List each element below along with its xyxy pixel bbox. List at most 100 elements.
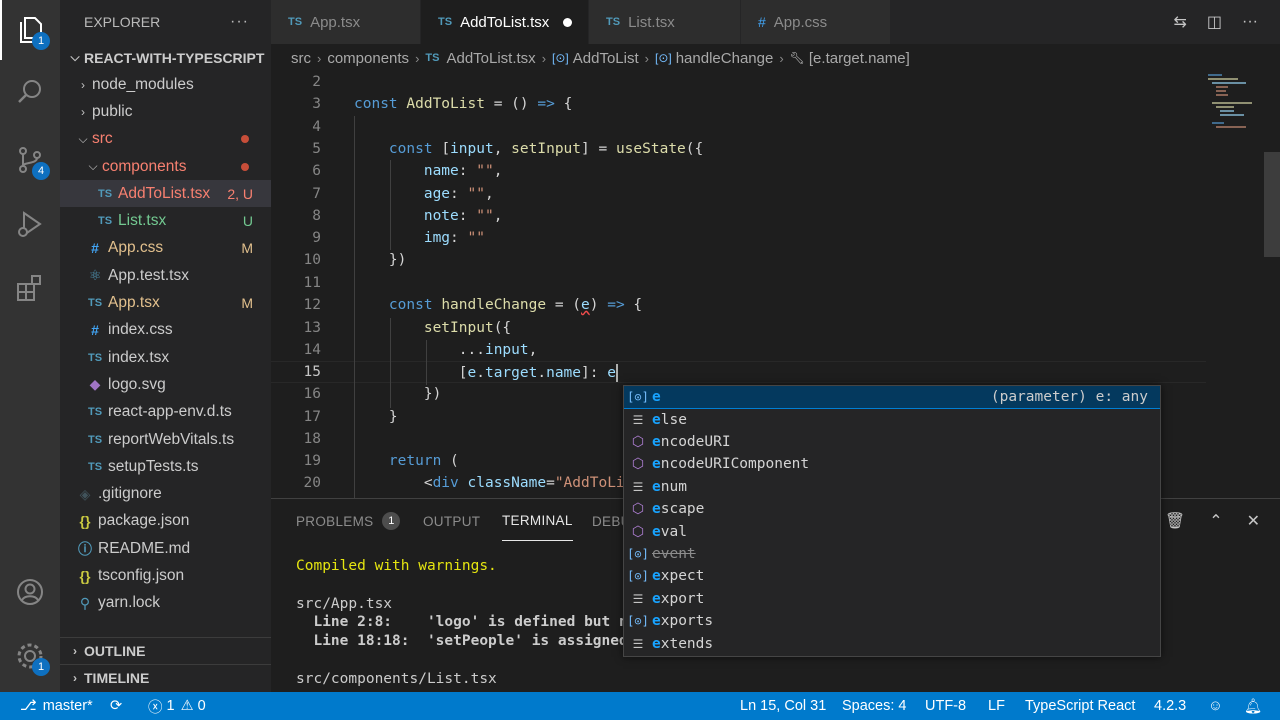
chevron-right-icon: › xyxy=(81,104,85,119)
cursor-position[interactable]: Ln 15, Col 31 xyxy=(740,692,826,720)
line-number: 6 xyxy=(312,163,321,179)
suggestion-item[interactable]: [⊙] event xyxy=(624,543,1160,565)
file-yarn-lock[interactable]: ⚲ yarn.lock xyxy=(60,590,271,617)
line-number: 20 xyxy=(303,475,321,491)
tab-list-tsx[interactable]: TS List.tsx xyxy=(589,0,741,44)
suggestion-item[interactable]: ☰ export xyxy=(624,588,1160,610)
search-icon[interactable] xyxy=(0,62,60,122)
breadcrumb-item[interactable]: [e.target.name] xyxy=(809,50,910,67)
project-name: REACT-WITH-TYPESCRIPT xyxy=(84,49,265,66)
keyword-icon: ☰ xyxy=(632,479,644,494)
error-count: 1 xyxy=(166,698,175,714)
suggestion-item[interactable]: ☰ else xyxy=(624,408,1160,430)
folder-components[interactable]: ⌵ components xyxy=(60,153,271,180)
problems-indicator[interactable]: ⓧ 1 ⚠ 0 xyxy=(148,692,206,720)
file-readme[interactable]: ⓘ README.md xyxy=(60,535,271,562)
explorer-icon[interactable]: 1 xyxy=(0,0,60,60)
suggestion-item[interactable]: ☰ enum xyxy=(624,476,1160,498)
file-index-tsx[interactable]: TS index.tsx xyxy=(60,344,271,371)
file-gitignore[interactable]: ◈ .gitignore xyxy=(60,480,271,507)
split-editor-icon[interactable]: ◫ xyxy=(1207,12,1222,32)
file-tsconfig[interactable]: {} tsconfig.json xyxy=(60,562,271,589)
suggestion-item[interactable]: [⊙] e (parameter) e: any xyxy=(624,386,1160,410)
extensions-icon[interactable] xyxy=(0,258,60,318)
tab-app-css[interactable]: # App.css xyxy=(741,0,891,44)
typescript-icon: TS xyxy=(288,16,303,28)
encoding[interactable]: UTF-8 xyxy=(925,692,966,720)
suggestion-label: enum xyxy=(652,478,687,495)
file-app-tsx[interactable]: TS App.tsx M xyxy=(60,289,271,316)
settings-gear-icon[interactable]: 1 xyxy=(0,626,60,686)
suggestion-item[interactable]: ⬡ encodeURIComponent xyxy=(624,453,1160,475)
file-type-icon: ⓘ xyxy=(78,540,92,557)
timeline-section[interactable]: › TIMELINE xyxy=(60,664,271,691)
ts-version[interactable]: 4.2.3 xyxy=(1154,692,1186,720)
line-number: 15 xyxy=(303,364,321,380)
suggestion-item[interactable]: ⬡ escape xyxy=(624,498,1160,520)
tab-output[interactable]: OUTPUT xyxy=(423,499,480,543)
tab-app-tsx[interactable]: TS App.tsx xyxy=(271,0,421,44)
outline-section[interactable]: › OUTLINE xyxy=(60,637,271,664)
end-of-line[interactable]: LF xyxy=(988,692,1005,720)
typescript-icon: TS xyxy=(606,16,621,28)
file-report-web-vitals[interactable]: TS reportWebVitals.ts xyxy=(60,426,271,453)
breadcrumb-item[interactable]: components xyxy=(327,50,409,67)
unsaved-dot-icon[interactable] xyxy=(563,17,572,27)
compare-changes-icon[interactable]: ⇆ xyxy=(1173,12,1186,32)
run-debug-icon[interactable] xyxy=(0,194,60,254)
terminal-line: Line 2:8: 'logo' is defined but n xyxy=(296,614,628,630)
code-line: name: "", xyxy=(423,163,503,179)
source-control-icon[interactable]: 4 xyxy=(0,130,60,190)
tab-terminal[interactable]: TERMINAL xyxy=(502,501,573,541)
breadcrumb-item[interactable]: AddToList.tsx xyxy=(446,50,535,67)
more-actions-icon[interactable]: ··· xyxy=(230,13,249,31)
file-index-css[interactable]: # index.css xyxy=(60,317,271,344)
file-logo-svg[interactable]: ◆ logo.svg xyxy=(60,371,271,398)
method-cube-icon: ⬡ xyxy=(631,523,645,540)
suggestion-label: e xyxy=(652,389,661,406)
vertical-scrollbar[interactable] xyxy=(1264,152,1280,257)
tree-item-label: setupTests.ts xyxy=(108,457,199,475)
code-line: ...input, xyxy=(458,342,538,358)
typescript-icon: TS xyxy=(425,52,440,64)
breadcrumb-item[interactable]: handleChange xyxy=(676,50,774,67)
file-app-test-tsx[interactable]: ⚛ App.test.tsx xyxy=(60,262,271,289)
sync-icon[interactable]: ⟳ xyxy=(110,692,122,720)
trash-icon[interactable]: 🗑︎ xyxy=(1165,511,1185,531)
account-icon[interactable] xyxy=(0,562,60,622)
project-folder[interactable]: ⌵ REACT-WITH-TYPESCRIPT xyxy=(60,44,271,71)
chevron-right-icon: › xyxy=(541,50,547,66)
suggestion-item[interactable]: ⬡ encodeURI xyxy=(624,431,1160,453)
file-list-tsx[interactable]: TS List.tsx U xyxy=(60,207,271,234)
tab-addtolist-tsx[interactable]: TS AddToList.tsx xyxy=(421,0,589,44)
chevron-right-icon: › xyxy=(779,50,784,66)
suggestion-item[interactable]: [⊙] expect xyxy=(624,565,1160,587)
code-line: return ( xyxy=(388,453,459,469)
suggestion-item[interactable]: [⊙] exports xyxy=(624,610,1160,632)
folder-public[interactable]: › public xyxy=(60,98,271,125)
file-app-css[interactable]: # App.css M xyxy=(60,235,271,262)
breadcrumb-item[interactable]: src xyxy=(291,50,311,67)
line-number: 9 xyxy=(312,230,321,246)
folder-src[interactable]: ⌵ src xyxy=(60,126,271,153)
suggestion-item[interactable]: ⬡ eval xyxy=(624,520,1160,542)
file-type-icon: {} xyxy=(79,567,91,584)
minimap[interactable] xyxy=(1204,72,1264,498)
close-icon[interactable]: ✕ xyxy=(1247,511,1260,531)
file-setup-tests[interactable]: TS setupTests.ts xyxy=(60,453,271,480)
file-addtolist-tsx[interactable]: TS AddToList.tsx 2, U xyxy=(60,180,271,208)
file-react-app-env[interactable]: TS react-app-env.d.ts xyxy=(60,399,271,426)
more-actions-icon[interactable]: ··· xyxy=(1242,13,1258,31)
indentation[interactable]: Spaces: 4 xyxy=(842,692,907,720)
tab-problems[interactable]: PROBLEMS 1 xyxy=(296,499,401,543)
chevron-up-icon[interactable]: ⌃ xyxy=(1209,511,1222,531)
notifications-bell-icon[interactable]: 🔔︎ xyxy=(1244,692,1262,720)
feedback-icon[interactable]: ☺ xyxy=(1208,692,1223,720)
breadcrumb-item[interactable]: AddToList xyxy=(573,50,639,67)
suggestion-item[interactable]: ☰ extends xyxy=(624,632,1160,654)
file-type-icon: ◈ xyxy=(79,485,91,502)
branch-indicator[interactable]: ⎇ master* xyxy=(20,692,93,720)
folder-node-modules[interactable]: › node_modules xyxy=(60,71,271,98)
file-package-json[interactable]: {} package.json xyxy=(60,508,271,535)
language-mode[interactable]: TypeScript React xyxy=(1025,692,1135,720)
